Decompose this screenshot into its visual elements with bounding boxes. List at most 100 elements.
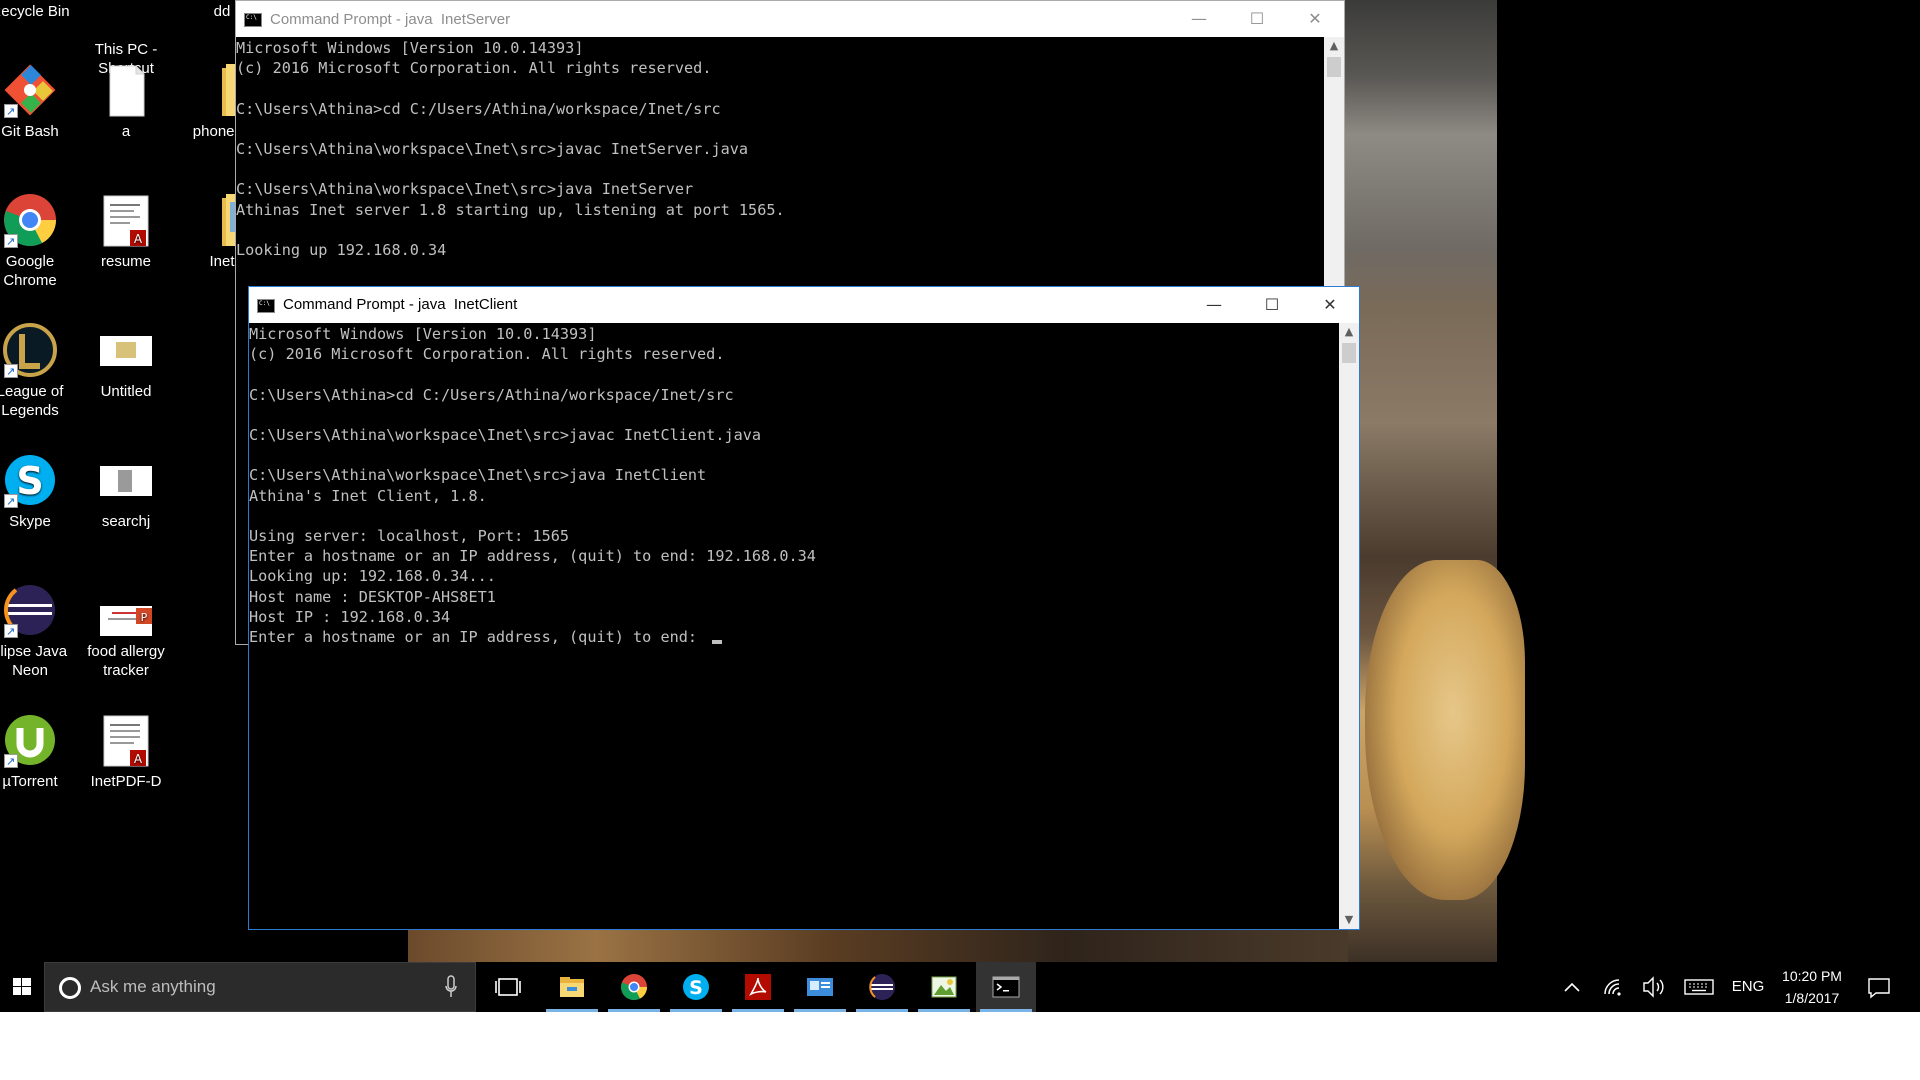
desktop-icon-food-allergy-tracker[interactable]: P food allergy tracker [78, 582, 174, 680]
taskbar-app-skype[interactable]: S [666, 962, 726, 1012]
wallpaper-strip [408, 930, 1348, 962]
taskbar-app-command-prompt[interactable] [976, 962, 1036, 1012]
console-line: Looking up 192.168.0.34 [236, 241, 447, 260]
desktop-icon-google-chrome[interactable]: Google Chrome [0, 192, 78, 290]
desktop-icon-git-bash[interactable]: Git Bash [0, 62, 78, 141]
desktop-icon-label: searchj [101, 513, 151, 530]
powerpoint-file-icon: P [98, 582, 154, 638]
notification-icon [1868, 978, 1890, 999]
desktop-icon-label: µTorrent [2, 773, 58, 790]
console-line: Host name : DESKTOP-AHS8ET1 [249, 587, 496, 606]
skype-icon: S [2, 452, 58, 511]
running-indicator [794, 1009, 846, 1012]
svg-text:A: A [134, 752, 143, 766]
chevron-up-icon [1564, 982, 1580, 992]
maximize-button[interactable]: ☐ [1243, 287, 1301, 323]
desktop-icon-recycle-bin[interactable]: Recycle Bin [0, 0, 78, 21]
search-placeholder: Ask me anything [90, 977, 216, 996]
desktop-icon-label: League of Legends [0, 383, 64, 419]
microphone-icon[interactable] [445, 975, 457, 999]
chrome-icon [621, 974, 647, 1001]
running-indicator [732, 1009, 784, 1012]
client-command-prompt-window[interactable]: Command Prompt - java InetClient — ☐ ✕ M… [248, 286, 1360, 930]
wallpaper [1345, 0, 1525, 962]
eclipse-icon [2, 582, 58, 641]
keyboard-icon [1684, 979, 1714, 995]
desktop-icon-label: Skype [9, 513, 51, 530]
volume-button[interactable] [1638, 962, 1670, 1012]
desktop-icon-label: food allergy tracker [87, 643, 165, 679]
desktop-icon-label: clipse Java Neon [0, 643, 68, 679]
desktop-icon-eclipse[interactable]: clipse Java Neon [0, 582, 78, 680]
taskbar-app-outlook-card[interactable] [790, 962, 850, 1012]
desktop-icon-skype[interactable]: S Skype [0, 452, 78, 531]
server-console-text: Microsoft Windows [Version 10.0.14393] (… [236, 37, 1324, 260]
acrobat-icon [745, 974, 771, 1000]
taskbar-app-acrobat[interactable] [728, 962, 788, 1012]
maximize-button[interactable]: ☐ [1228, 1, 1286, 37]
taskbar-app-chrome[interactable] [604, 962, 664, 1012]
taskbar-app-file-explorer[interactable] [542, 962, 602, 1012]
scroll-down-arrow-icon[interactable]: ▼ [1339, 911, 1359, 929]
desktop-icon-searchj[interactable]: searchj [78, 452, 174, 531]
minimize-button[interactable]: — [1170, 1, 1228, 37]
input-language-button[interactable]: ENG [1728, 962, 1768, 1012]
screen: Recycle Bin This PC - Shortcut dd Git Ba… [0, 0, 1920, 1012]
wifi-icon [1604, 979, 1621, 996]
console-line: C:\Users\Athina\workspace\Inet\src>javac… [236, 140, 749, 159]
client-scrollbar[interactable]: ▲ ▼ [1339, 323, 1359, 929]
client-console-output[interactable]: Microsoft Windows [Version 10.0.14393] (… [249, 323, 1339, 929]
svg-text:S: S [16, 459, 43, 503]
clock[interactable]: 10:20 PM 1/8/2017 [1772, 965, 1852, 1012]
clock-time: 10:20 PM [1782, 968, 1842, 984]
scroll-thumb[interactable] [1327, 57, 1341, 77]
outlook-card-icon [807, 978, 833, 996]
client-console-text: Microsoft Windows [Version 10.0.14393] (… [249, 323, 1339, 647]
text-cursor [712, 640, 723, 645]
show-hidden-icons-button[interactable] [1556, 962, 1588, 1012]
console-line: Athina's Inet Client, 1.8. [249, 486, 487, 505]
task-view-button[interactable] [478, 962, 538, 1012]
cortana-icon [59, 977, 81, 999]
chrome-icon [2, 192, 58, 251]
desktop-icon-resume[interactable]: A resume [78, 192, 174, 271]
client-window-titlebar[interactable]: Command Prompt - java InetClient — ☐ ✕ [249, 287, 1359, 323]
server-window-titlebar[interactable]: Command Prompt - java InetServer — ☐ ✕ [236, 1, 1344, 37]
action-center-button[interactable] [1860, 962, 1898, 1012]
touch-keyboard-button[interactable] [1680, 962, 1718, 1012]
console-line: Host IP : 192.168.0.34 [249, 607, 451, 626]
minimize-button[interactable]: — [1185, 287, 1243, 323]
console-line: C:\Users\Athina>cd C:/Users/Athina/works… [236, 99, 721, 118]
scroll-up-arrow-icon[interactable]: ▲ [1324, 37, 1344, 55]
running-indicator [856, 1009, 908, 1012]
close-button[interactable]: ✕ [1301, 287, 1359, 323]
eclipse-icon [869, 974, 895, 1000]
console-line: C:\Users\Athina\workspace\Inet\src>java … [236, 180, 694, 199]
desktop-icon-a[interactable]: a [78, 62, 174, 141]
network-button[interactable] [1598, 962, 1630, 1012]
running-indicator [608, 1009, 660, 1012]
desktop-icon-inetpdf[interactable]: A InetPDF-D [78, 712, 174, 791]
league-of-legends-icon [2, 322, 58, 381]
cortana-search-box[interactable]: Ask me anything [44, 962, 476, 1012]
clock-date: 1/8/2017 [1784, 990, 1840, 1006]
svg-text:S: S [689, 977, 703, 999]
scroll-up-arrow-icon[interactable]: ▲ [1339, 323, 1359, 341]
taskbar-app-eclipse[interactable] [852, 962, 912, 1012]
client-window-title: Command Prompt - java InetClient [283, 296, 518, 313]
desktop-icon-label: Git Bash [1, 123, 59, 140]
language-indicator: ENG [1731, 978, 1765, 995]
start-button[interactable] [0, 962, 44, 1012]
console-line: C:\Users\Athina>cd C:/Users/Athina/works… [249, 385, 734, 404]
windows-logo-icon [13, 978, 31, 995]
close-button[interactable]: ✕ [1286, 1, 1344, 37]
scroll-thumb[interactable] [1342, 343, 1356, 363]
taskbar-app-image-viewer[interactable] [914, 962, 974, 1012]
desktop-icon-utorrent[interactable]: µTorrent [0, 712, 78, 791]
svg-text:A: A [134, 232, 143, 246]
image-viewer-icon [931, 976, 957, 998]
desktop-icon-label: resume [100, 253, 152, 270]
desktop-icon-league-of-legends[interactable]: League of Legends [0, 322, 78, 420]
console-line: C:\Users\Athina\workspace\Inet\src>java … [249, 466, 707, 485]
desktop-icon-untitled[interactable]: Untitled [78, 322, 174, 401]
